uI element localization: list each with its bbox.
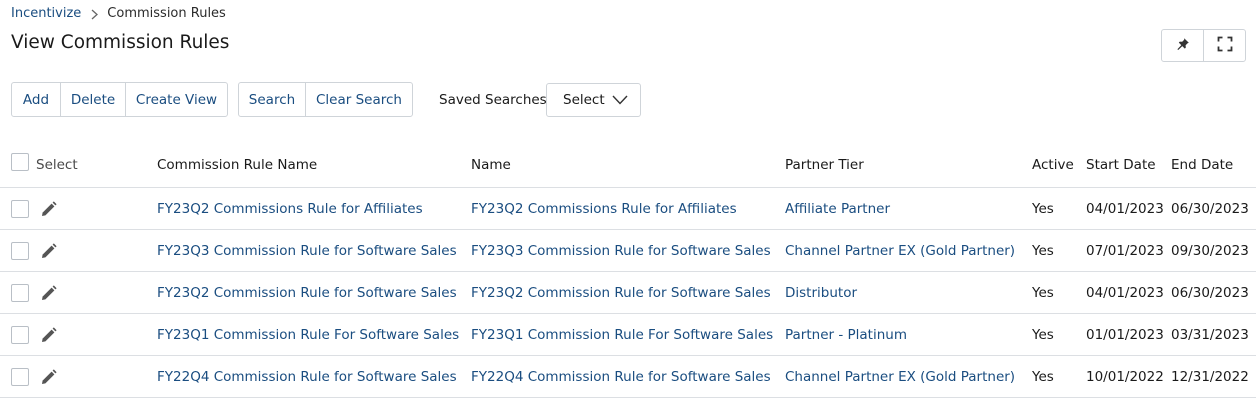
- action-button-group: Add Delete Create View: [11, 82, 228, 117]
- name-link[interactable]: FY22Q4 Commission Rule for Software Sale…: [471, 356, 771, 397]
- active-value: Yes: [1032, 326, 1054, 343]
- table-row: FY23Q1 Commission Rule For Software Sale…: [0, 314, 1256, 356]
- header-tools: [1161, 29, 1246, 62]
- add-button[interactable]: Add: [12, 83, 60, 116]
- saved-searches-label: Saved Searches: [439, 92, 547, 108]
- search-button-group: Search Clear Search: [238, 82, 413, 117]
- name-link[interactable]: FY23Q3 Commission Rule for Software Sale…: [471, 230, 771, 271]
- delete-button[interactable]: Delete: [60, 83, 125, 116]
- pencil-icon[interactable]: [40, 368, 58, 386]
- rule-name-link[interactable]: FY23Q1 Commission Rule For Software Sale…: [157, 314, 459, 355]
- fullscreen-icon: [1217, 36, 1233, 56]
- select-all-checkbox[interactable]: [11, 153, 29, 171]
- table-row: FY23Q3 Commission Rule for Software Sale…: [0, 230, 1256, 272]
- rule-name-link[interactable]: FY23Q2 Commissions Rule for Affiliates: [157, 188, 423, 229]
- partner-tier-link[interactable]: Distributor: [785, 272, 857, 313]
- saved-searches-select[interactable]: Select: [546, 83, 641, 117]
- column-header-start-date[interactable]: Start Date: [1086, 142, 1156, 187]
- search-button[interactable]: Search: [239, 83, 305, 116]
- pencil-icon[interactable]: [40, 200, 58, 218]
- partner-tier-link[interactable]: Channel Partner EX (Gold Partner): [785, 230, 1015, 271]
- clear-search-button[interactable]: Clear Search: [305, 83, 412, 116]
- row-checkbox[interactable]: [11, 284, 29, 302]
- row-checkbox[interactable]: [11, 368, 29, 386]
- table-row: FY22Q4 Commission Rule for Software Sale…: [0, 356, 1256, 398]
- chevron-down-icon: [612, 94, 628, 110]
- end-date-value: 09/30/2023: [1171, 242, 1249, 259]
- start-date-value: 04/01/2023: [1086, 284, 1164, 301]
- rule-name-link[interactable]: FY23Q3 Commission Rule for Software Sale…: [157, 230, 457, 271]
- pencil-icon[interactable]: [40, 326, 58, 344]
- pencil-icon[interactable]: [40, 242, 58, 260]
- column-header-end-date[interactable]: End Date: [1171, 142, 1233, 187]
- column-header-name[interactable]: Name: [471, 142, 511, 187]
- start-date-value: 07/01/2023: [1086, 242, 1164, 259]
- active-value: Yes: [1032, 284, 1054, 301]
- column-header-active[interactable]: Active: [1032, 142, 1074, 187]
- row-checkbox[interactable]: [11, 200, 29, 218]
- create-view-button[interactable]: Create View: [125, 83, 227, 116]
- partner-tier-link[interactable]: Affiliate Partner: [785, 188, 890, 229]
- select-column-header: Select: [36, 156, 78, 173]
- breadcrumb-link-incentivize[interactable]: Incentivize: [11, 6, 81, 22]
- start-date-value: 10/01/2022: [1086, 368, 1164, 385]
- pin-icon: [1176, 36, 1190, 55]
- pin-button[interactable]: [1162, 30, 1203, 61]
- table-header-row: Select Commission Rule Name Name Partner…: [0, 142, 1256, 188]
- start-date-value: 01/01/2023: [1086, 326, 1164, 343]
- chevron-right-icon: [91, 9, 99, 20]
- page-title: View Commission Rules: [11, 32, 230, 53]
- pencil-icon[interactable]: [40, 284, 58, 302]
- end-date-value: 06/30/2023: [1171, 284, 1249, 301]
- rule-name-link[interactable]: FY22Q4 Commission Rule for Software Sale…: [157, 356, 457, 397]
- name-link[interactable]: FY23Q2 Commission Rule for Software Sale…: [471, 272, 771, 313]
- breadcrumb-current: Commission Rules: [107, 6, 226, 21]
- table-row: FY23Q2 Commission Rule for Software Sale…: [0, 272, 1256, 314]
- end-date-value: 12/31/2022: [1171, 368, 1249, 385]
- active-value: Yes: [1032, 242, 1054, 259]
- breadcrumb: Incentivize Commission Rules: [11, 6, 226, 22]
- row-checkbox[interactable]: [11, 242, 29, 260]
- partner-tier-link[interactable]: Channel Partner EX (Gold Partner): [785, 356, 1015, 397]
- name-link[interactable]: FY23Q1 Commission Rule For Software Sale…: [471, 314, 773, 355]
- active-value: Yes: [1032, 368, 1054, 385]
- column-header-partner-tier[interactable]: Partner Tier: [785, 142, 864, 187]
- commission-rules-table: Select Commission Rule Name Name Partner…: [0, 142, 1256, 398]
- name-link[interactable]: FY23Q2 Commissions Rule for Affiliates: [471, 188, 737, 229]
- end-date-value: 03/31/2023: [1171, 326, 1249, 343]
- start-date-value: 04/01/2023: [1086, 200, 1164, 217]
- end-date-value: 06/30/2023: [1171, 200, 1249, 217]
- table-row: FY23Q2 Commissions Rule for Affiliates F…: [0, 188, 1256, 230]
- column-header-rule-name[interactable]: Commission Rule Name: [157, 142, 317, 187]
- rule-name-link[interactable]: FY23Q2 Commission Rule for Software Sale…: [157, 272, 457, 313]
- fullscreen-button[interactable]: [1203, 30, 1245, 61]
- row-checkbox[interactable]: [11, 326, 29, 344]
- saved-searches-value: Select: [563, 92, 605, 108]
- active-value: Yes: [1032, 200, 1054, 217]
- partner-tier-link[interactable]: Partner - Platinum: [785, 314, 907, 355]
